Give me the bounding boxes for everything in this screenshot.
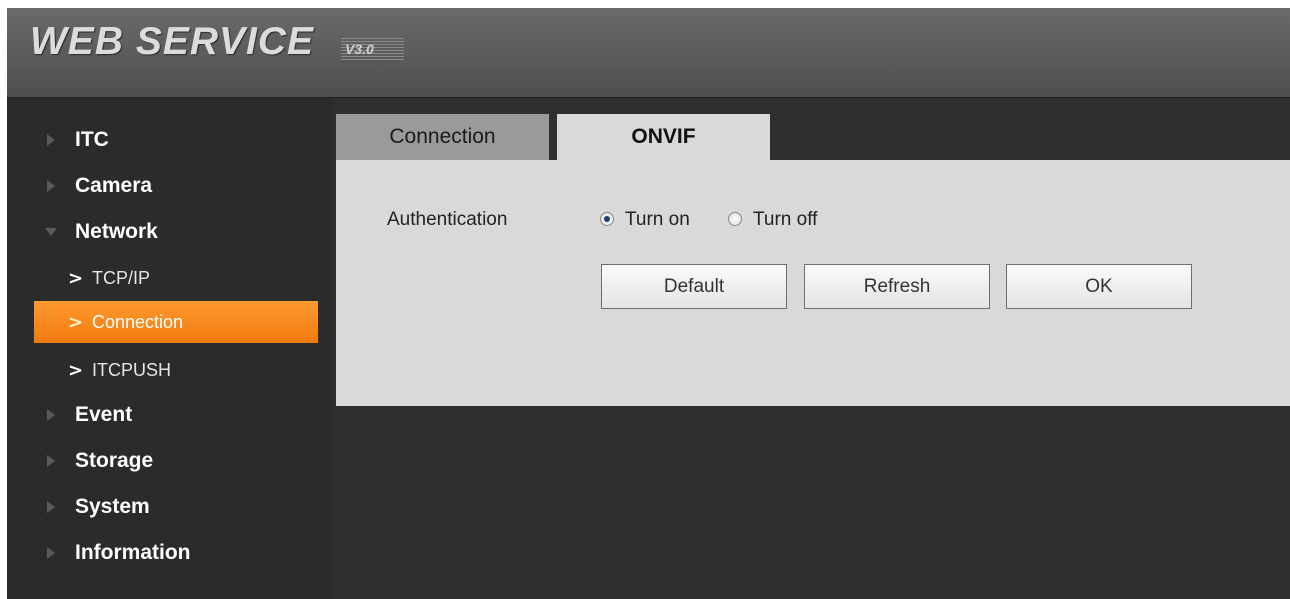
triangle-right-icon (47, 547, 55, 559)
chevron-right-icon: > (68, 359, 84, 381)
authentication-label: Authentication (387, 209, 508, 230)
sidebar-item-label: Information (75, 541, 191, 564)
sidebar-item-storage[interactable]: Storage (7, 441, 317, 481)
tab-onvif[interactable]: ONVIF (557, 114, 770, 160)
header-bar: WEB SERVICE V3.0 (7, 8, 1290, 98)
sidebar-item-label: Network (75, 220, 158, 243)
version-label: V3.0 (341, 38, 404, 60)
app-window: WEB SERVICE V3.0 ITC Camera Network > TC… (7, 8, 1290, 599)
sidebar-item-system[interactable]: System (7, 487, 317, 527)
sidebar-item-information[interactable]: Information (7, 533, 317, 573)
sidebar-subitem-itcpush[interactable]: > ITCPUSH (34, 349, 318, 391)
sidebar-subitem-label: TCP/IP (92, 267, 151, 288)
settings-panel: Authentication Turn on Turn off Default … (336, 160, 1290, 406)
sidebar-item-camera[interactable]: Camera (7, 166, 317, 206)
triangle-right-icon (47, 409, 55, 421)
sidebar-item-label: Camera (75, 174, 153, 197)
sidebar-item-itc[interactable]: ITC (7, 120, 317, 160)
tab-bar: Connection ONVIF (336, 114, 1290, 160)
sidebar-subitem-label: ITCPUSH (92, 359, 172, 380)
sidebar-subitem-connection[interactable]: > Connection (34, 301, 318, 343)
sidebar-item-label: ITC (75, 128, 109, 151)
chevron-right-icon: > (68, 311, 84, 333)
triangle-right-icon (47, 501, 55, 513)
sidebar-item-label: Event (75, 403, 133, 426)
sidebar: ITC Camera Network > TCP/IP > Connection… (7, 98, 332, 599)
triangle-right-icon (47, 180, 55, 192)
default-button[interactable]: Default (601, 264, 787, 309)
tab-connection[interactable]: Connection (336, 114, 549, 160)
radio-turn-on[interactable] (600, 212, 614, 226)
triangle-right-icon (47, 455, 55, 467)
refresh-button[interactable]: Refresh (804, 264, 990, 309)
sidebar-item-event[interactable]: Event (7, 395, 317, 435)
sidebar-item-label: System (75, 495, 150, 518)
radio-turn-on-label[interactable]: Turn on (625, 209, 690, 231)
sidebar-item-label: Storage (75, 449, 154, 472)
radio-turn-off[interactable] (728, 212, 742, 226)
ok-button[interactable]: OK (1006, 264, 1192, 309)
sidebar-subitem-label: Connection (92, 311, 184, 332)
triangle-down-icon (45, 228, 57, 236)
sidebar-item-network[interactable]: Network (7, 212, 317, 252)
radio-turn-off-label[interactable]: Turn off (753, 209, 817, 231)
triangle-right-icon (47, 134, 55, 146)
sidebar-subitem-tcpip[interactable]: > TCP/IP (34, 257, 318, 299)
logo: WEB SERVICE (30, 20, 315, 63)
chevron-right-icon: > (68, 267, 84, 289)
